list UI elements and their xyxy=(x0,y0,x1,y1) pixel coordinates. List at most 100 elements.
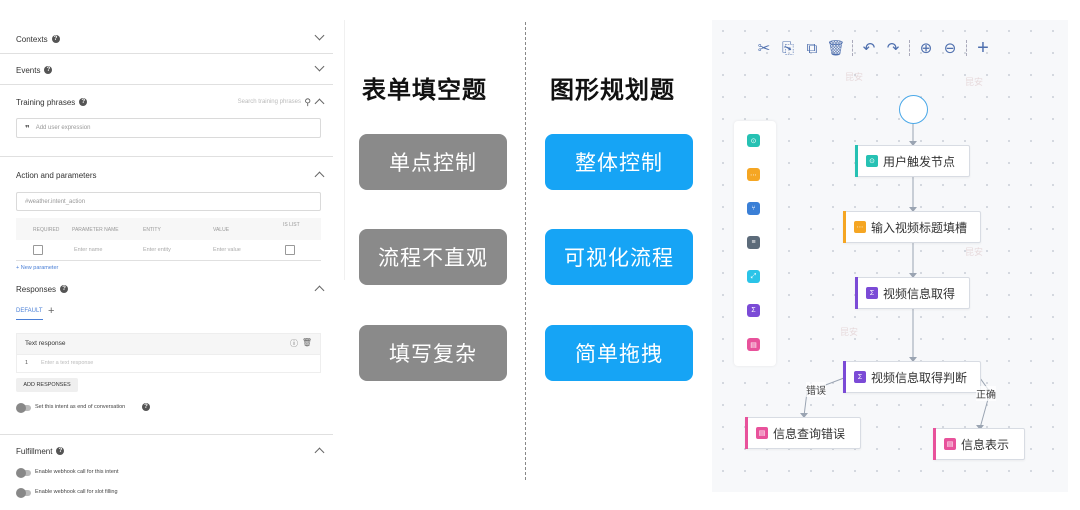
dashed-divider xyxy=(525,22,526,480)
contexts-label: Contexts xyxy=(16,34,48,44)
new-parameter-link[interactable]: + New parameter xyxy=(16,265,58,271)
simple-drag-pill: 简单拖拽 xyxy=(545,325,693,381)
info-display-node[interactable]: ▤ 信息表示 xyxy=(933,428,1025,460)
training-phrases-label: Training phrases xyxy=(16,97,76,107)
edge-label-error: 错误 xyxy=(806,382,826,397)
function-icon: Σ xyxy=(866,287,878,299)
text-response-input[interactable]: Enter a text response xyxy=(41,360,93,366)
help-icon[interactable]: ? xyxy=(79,98,88,106)
start-node[interactable] xyxy=(899,95,928,124)
action-params-label: Action and parameters xyxy=(16,170,97,180)
action-name-value: #weather.intent_action xyxy=(25,198,86,205)
trash-icon[interactable]: 🗑︎ xyxy=(302,338,312,347)
node-accent-bar xyxy=(855,145,858,177)
intent-form-panel: Contexts ? Events ? Training phrases ? S… xyxy=(0,0,345,510)
action-params-header[interactable]: Action and parameters xyxy=(16,160,327,190)
divider xyxy=(0,53,333,54)
webhook-slot-toggle[interactable] xyxy=(16,488,31,498)
input-icon: ⋯ xyxy=(854,221,866,233)
info-display-node-label: 信息表示 xyxy=(961,437,1010,452)
fulfillment-label: Fulfillment xyxy=(16,446,53,456)
contexts-section-header[interactable]: Contexts ? xyxy=(16,24,327,54)
node-accent-bar xyxy=(843,211,846,243)
webhook-intent-toggle[interactable] xyxy=(16,468,31,478)
is-list-checkbox[interactable] xyxy=(285,245,295,255)
node-accent-bar xyxy=(855,277,858,309)
col-parameter-name: PARAMETER NAME xyxy=(72,227,119,233)
help-icon[interactable]: ? xyxy=(60,285,69,293)
input-title-node[interactable]: ⋯ 输入视频标题填槽 xyxy=(843,211,981,243)
info-icon[interactable]: ⓘ xyxy=(290,338,298,349)
help-icon[interactable]: ? xyxy=(142,403,150,411)
param-name-input[interactable]: Enter name xyxy=(74,247,102,253)
node-accent-bar xyxy=(843,361,846,393)
value-input[interactable]: Enter value xyxy=(213,247,241,253)
webhook-slot-label: Enable webhook call for slot filling xyxy=(35,489,118,495)
info-error-node[interactable]: ▤ 信息查询错误 xyxy=(745,417,861,449)
info-error-node-label: 信息查询错误 xyxy=(773,426,846,441)
user-expression-input[interactable]: ❞ Add user expression xyxy=(16,118,321,138)
add-responses-button[interactable]: ADD RESPONSES xyxy=(16,378,78,392)
chevron-down-icon[interactable] xyxy=(314,30,325,41)
node-accent-bar xyxy=(745,417,748,449)
user-expression-placeholder: Add user expression xyxy=(35,125,91,131)
video-info-node-label: 视频信息取得 xyxy=(883,286,956,301)
overall-control-pill: 整体控制 xyxy=(545,134,693,190)
graphic-question-title: 图形规划题 xyxy=(550,75,675,104)
add-language-tab[interactable]: + xyxy=(48,305,54,317)
search-training-phrases[interactable]: Search training phrases xyxy=(238,99,301,105)
chevron-up-icon[interactable] xyxy=(314,98,325,109)
divider xyxy=(16,260,321,261)
text-response-label: Text response xyxy=(25,340,66,347)
single-point-control-pill: 单点控制 xyxy=(359,134,507,190)
action-name-input[interactable]: #weather.intent_action xyxy=(16,192,321,211)
fulfillment-header[interactable]: Fulfillment ? xyxy=(16,436,327,466)
form-question-title: 表单填空题 xyxy=(362,75,487,104)
message-icon: ▤ xyxy=(756,427,768,439)
required-checkbox[interactable] xyxy=(33,245,43,255)
chevron-up-icon[interactable] xyxy=(314,447,325,458)
chevron-up-icon[interactable] xyxy=(314,285,325,296)
responses-header[interactable]: Responses ? xyxy=(16,274,327,304)
search-icon[interactable]: ⚲ xyxy=(304,97,311,108)
video-info-node[interactable]: Σ 视频信息取得 xyxy=(855,277,970,309)
text-response-card: Text response ⓘ 🗑︎ 1 Enter a text respon… xyxy=(16,333,321,373)
end-conversation-label: Set this intent as end of conversation xyxy=(35,404,126,410)
input-title-node-label: 输入视频标题填槽 xyxy=(871,220,968,235)
chevron-down-icon[interactable] xyxy=(314,61,325,72)
function-icon: Σ xyxy=(854,371,866,383)
training-phrases-header[interactable]: Training phrases ? Search training phras… xyxy=(16,87,327,117)
complex-fill-pill: 填写复杂 xyxy=(359,325,507,381)
end-conversation-toggle[interactable] xyxy=(16,403,31,413)
parameter-table-header xyxy=(16,218,321,240)
divider xyxy=(0,156,333,157)
help-icon[interactable]: ? xyxy=(56,447,65,455)
response-index: 1 xyxy=(25,360,29,366)
message-icon: ▤ xyxy=(944,438,956,450)
divider xyxy=(0,434,333,435)
quote-icon: ❞ xyxy=(25,123,30,133)
visual-flow-pill: 可视化流程 xyxy=(545,229,693,285)
help-icon[interactable]: ? xyxy=(51,35,60,43)
responses-label: Responses xyxy=(16,284,57,294)
panel-separator xyxy=(344,20,345,280)
unintuitive-flow-pill: 流程不直观 xyxy=(359,229,507,285)
events-section-header[interactable]: Events ? xyxy=(16,55,327,85)
help-icon[interactable]: ? xyxy=(44,66,53,74)
video-judge-node-label: 视频信息取得判断 xyxy=(871,370,968,385)
chevron-up-icon[interactable] xyxy=(314,171,325,182)
node-accent-bar xyxy=(933,428,936,460)
entity-input[interactable]: Enter entity xyxy=(143,247,171,253)
col-value: VALUE xyxy=(213,227,230,233)
edge-label-correct: 正确 xyxy=(976,386,996,401)
trigger-node-label: 用户触发节点 xyxy=(883,154,956,169)
trigger-node[interactable]: ⊙ 用户触发节点 xyxy=(855,145,970,177)
tab-default[interactable]: DEFAULT xyxy=(16,308,43,320)
col-is-list: IS LIST xyxy=(283,222,300,228)
col-required: REQUIRED xyxy=(33,227,60,233)
webhook-intent-label: Enable webhook call for this intent xyxy=(35,469,119,475)
video-judge-node[interactable]: Σ 视频信息取得判断 xyxy=(843,361,981,393)
divider xyxy=(0,84,333,85)
events-label: Events xyxy=(16,65,41,75)
response-row[interactable]: 1 Enter a text response xyxy=(17,354,320,372)
